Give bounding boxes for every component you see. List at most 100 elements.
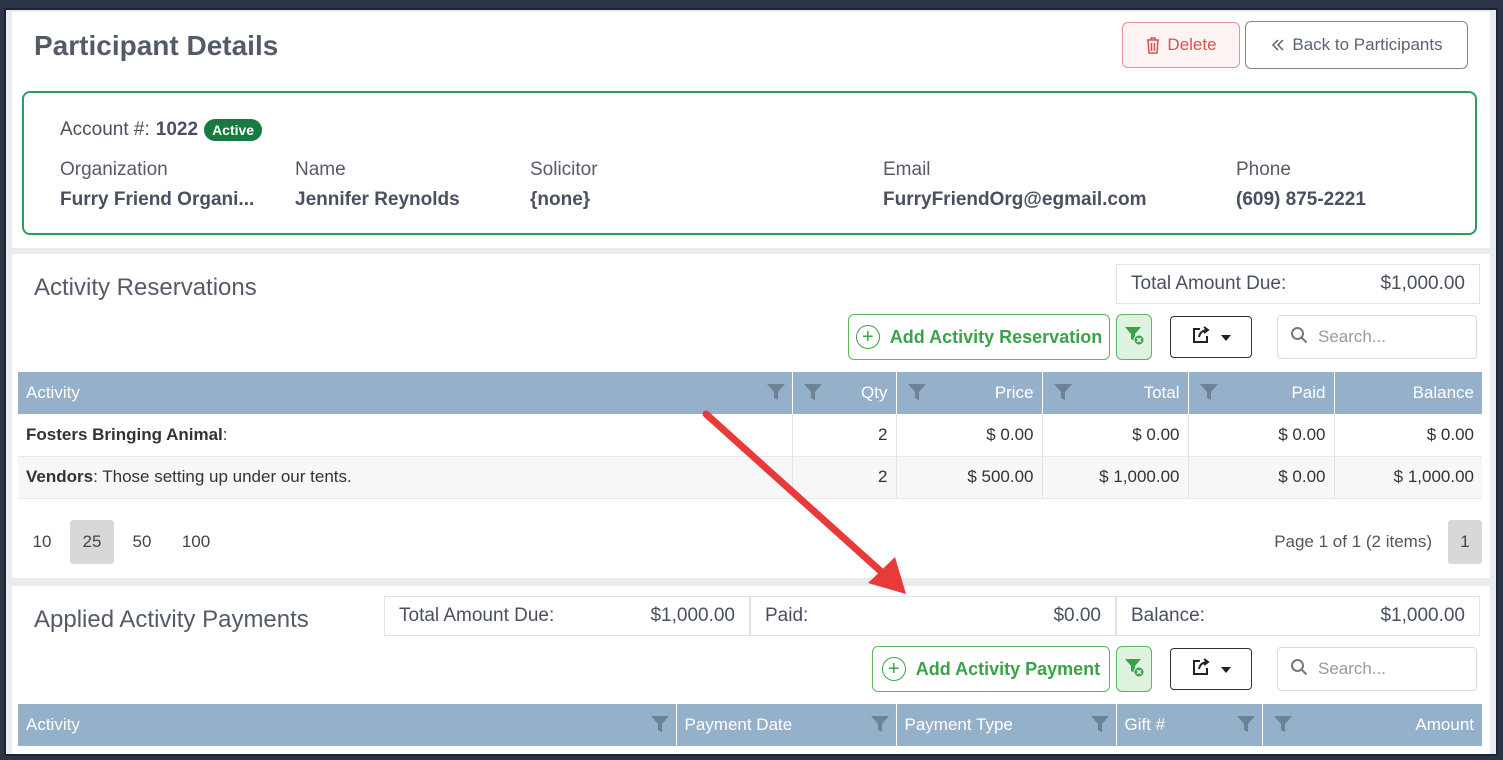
delete-button[interactable]: Delete [1122, 22, 1240, 68]
reservations-total-due: Total Amount Due: $1,000.00 [1116, 264, 1480, 304]
field-label: Phone [1236, 159, 1291, 180]
page-size-50[interactable]: 50 [120, 520, 164, 564]
filter-icon[interactable] [1053, 383, 1073, 406]
column-header-gift-number[interactable]: Gift # [1116, 704, 1263, 746]
paid-value: $0.00 [1053, 605, 1101, 626]
payments-paid: Paid: $0.00 [750, 596, 1116, 636]
back-label: Back to Participants [1292, 35, 1443, 54]
column-header-activity[interactable]: Activity [18, 372, 793, 414]
filter-clear-icon [1123, 656, 1145, 683]
cell-total: $ 0.00 [1042, 414, 1189, 457]
cell-activity: Fosters Bringing Animal: [18, 414, 793, 457]
account-line: Account #: 1022 Active [60, 119, 263, 141]
participant-details-panel: Participant Details Delete Back to Parti… [12, 12, 1490, 248]
column-header-payment-type[interactable]: Payment Type [896, 704, 1117, 746]
clear-filter-button[interactable] [1116, 646, 1152, 692]
field-label: Email [883, 159, 931, 180]
cell-balance: $ 0.00 [1334, 414, 1482, 457]
reservations-table: Activity Qty Price Total Paid Balance Fo… [18, 372, 1482, 499]
column-header-balance[interactable]: Balance [1334, 372, 1482, 414]
caret-down-icon [1221, 328, 1231, 346]
payments-table: Activity Payment Date Payment Type Gift … [18, 704, 1482, 746]
filter-icon[interactable] [907, 383, 927, 406]
trash-icon [1145, 36, 1161, 54]
search-icon [1290, 326, 1308, 349]
column-header-amount[interactable]: Amount [1262, 704, 1482, 746]
add-activity-payment-button[interactable]: + Add Activity Payment [872, 646, 1110, 692]
cell-price: $ 500.00 [896, 456, 1043, 499]
table-header-row: Activity Qty Price Total Paid Balance [18, 372, 1482, 414]
table-header-row: Activity Payment Date Payment Type Gift … [18, 704, 1482, 746]
payments-search[interactable] [1277, 647, 1477, 691]
search-input[interactable] [1318, 659, 1458, 679]
table-row[interactable]: Fosters Bringing Animal: 2 $ 0.00 $ 0.00… [18, 414, 1482, 457]
cell-total: $ 1,000.00 [1042, 456, 1189, 499]
cell-balance: $ 1,000.00 [1334, 456, 1482, 499]
page-size-100[interactable]: 100 [170, 520, 222, 564]
account-summary-box: Account #: 1022 Active Organization Furr… [22, 91, 1477, 235]
total-due-value: $1,000.00 [650, 605, 735, 626]
filter-icon[interactable] [1090, 715, 1110, 738]
app-frame: Participant Details Delete Back to Parti… [4, 8, 1498, 756]
field-phone: Phone (609) 875-2221 [1236, 159, 1366, 211]
field-name: Name Jennifer Reynolds [295, 159, 460, 211]
filter-icon[interactable] [1199, 383, 1219, 406]
export-icon [1191, 657, 1211, 682]
cell-paid: $ 0.00 [1188, 456, 1335, 499]
field-value: FurryFriendOrg@egmail.com [883, 189, 1147, 210]
column-header-paid[interactable]: Paid [1188, 372, 1335, 414]
activity-reservations-panel: Activity Reservations Total Amount Due: … [12, 254, 1490, 578]
page-number-button[interactable]: 1 [1448, 520, 1482, 564]
column-header-total[interactable]: Total [1042, 372, 1189, 414]
plus-circle-icon: + [855, 325, 880, 349]
total-due-label: Total Amount Due: [399, 605, 555, 626]
filter-icon[interactable] [1236, 715, 1256, 738]
filter-icon[interactable] [1273, 715, 1293, 738]
reservations-search[interactable] [1277, 315, 1477, 359]
cell-paid: $ 0.00 [1188, 414, 1335, 457]
total-due-label: Total Amount Due: [1131, 273, 1287, 294]
column-header-payment-date[interactable]: Payment Date [676, 704, 897, 746]
total-due-value: $1,000.00 [1380, 273, 1465, 294]
back-to-participants-button[interactable]: Back to Participants [1245, 21, 1468, 69]
plus-circle-icon: + [881, 657, 906, 681]
reservations-title: Activity Reservations [34, 274, 257, 301]
add-activity-reservation-button[interactable]: + Add Activity Reservation [848, 314, 1110, 360]
double-chevron-left-icon [1270, 37, 1286, 53]
column-header-activity[interactable]: Activity [18, 704, 677, 746]
field-email: Email FurryFriendOrg@egmail.com [883, 159, 1146, 211]
page-info: Page 1 of 1 (2 items) [1274, 532, 1432, 551]
payments-title: Applied Activity Payments [34, 606, 309, 633]
search-input[interactable] [1318, 327, 1458, 347]
filter-clear-icon [1123, 324, 1145, 351]
field-value: Furry Friend Organi... [60, 189, 255, 210]
filter-icon[interactable] [766, 383, 786, 406]
account-number: 1022 [155, 119, 199, 140]
export-icon [1191, 325, 1211, 350]
column-header-qty[interactable]: Qty [792, 372, 897, 414]
delete-label: Delete [1167, 35, 1217, 54]
account-label: Account #: [60, 119, 150, 140]
applied-payments-panel: Applied Activity Payments Total Amount D… [12, 586, 1490, 754]
add-reservation-label: Add Activity Reservation [889, 326, 1103, 347]
cell-qty: 2 [792, 456, 897, 499]
export-dropdown-button[interactable] [1170, 316, 1252, 358]
field-label: Organization [60, 159, 168, 180]
filter-icon[interactable] [650, 715, 670, 738]
field-organization: Organization Furry Friend Organi... [60, 159, 254, 211]
field-label: Name [295, 159, 346, 180]
filter-icon[interactable] [803, 383, 823, 406]
page-size-selector: 10 25 50 100 [20, 520, 228, 564]
column-header-price[interactable]: Price [896, 372, 1043, 414]
table-row[interactable]: Vendors: Those setting up under our tent… [18, 456, 1482, 499]
clear-filter-button[interactable] [1116, 314, 1152, 360]
page-size-10[interactable]: 10 [20, 520, 64, 564]
export-dropdown-button[interactable] [1170, 648, 1252, 690]
field-label: Solicitor [530, 159, 598, 180]
cell-activity: Vendors: Those setting up under our tent… [18, 456, 793, 499]
filter-icon[interactable] [870, 715, 890, 738]
payments-total-due: Total Amount Due: $1,000.00 [384, 596, 750, 636]
page-size-25[interactable]: 25 [70, 520, 114, 564]
field-solicitor: Solicitor {none} [530, 159, 598, 211]
balance-label: Balance: [1131, 605, 1205, 626]
